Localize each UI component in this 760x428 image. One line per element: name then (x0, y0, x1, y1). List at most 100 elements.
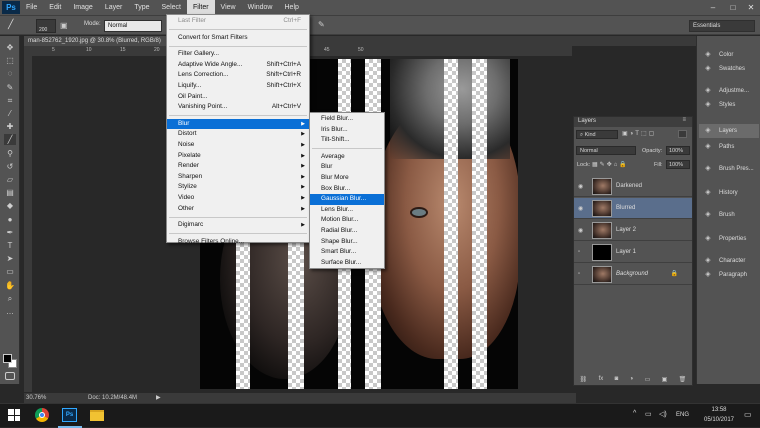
zoom-tool-icon[interactable]: ⌕ (4, 293, 16, 304)
dock-paths[interactable]: ◈ Paths (699, 140, 759, 154)
dock-history[interactable]: ◈ History (699, 186, 759, 200)
filter-item-sharpen[interactable]: Sharpen ▶ (167, 172, 309, 183)
lock-icons[interactable]: ▦✎✥⌂🔒 (592, 161, 629, 168)
move-tool-icon[interactable]: ✥ (4, 42, 16, 53)
eraser-tool-icon[interactable]: ▱ (4, 174, 16, 185)
workspace-select[interactable]: Essentials (689, 20, 755, 32)
blur-item-surface-blur[interactable]: Surface Blur... (310, 258, 384, 269)
menu-filter[interactable]: Filter (186, 0, 215, 15)
brush-tool-icon[interactable]: ╱ (8, 19, 13, 30)
panel-menu-icon[interactable]: ≡ (682, 117, 686, 123)
brush-preset-picker[interactable]: 200 (36, 19, 56, 33)
type-tool-icon[interactable]: T (4, 240, 16, 251)
close-icon[interactable]: ✕ (742, 0, 760, 15)
dock-styles[interactable]: ◈ Styles (699, 98, 759, 112)
zoom-level[interactable]: 30.76% (26, 393, 46, 403)
fill-field[interactable]: 100% (666, 160, 690, 169)
blend-mode-select[interactable]: Normal (576, 146, 636, 155)
blur-item-shape-blur[interactable]: Shape Blur... (310, 237, 384, 248)
visibility-eye-icon[interactable]: ◉ (578, 205, 583, 212)
layer-row[interactable]: ▫ Layer 1 (574, 242, 692, 263)
blur-item-gaussian-blur[interactable]: Gaussian Blur... (310, 194, 384, 205)
dock-brush[interactable]: ◈ Brush (699, 208, 759, 222)
filter-item-video[interactable]: Video ▶ (167, 193, 309, 204)
dock-color[interactable]: ◈ Color (699, 48, 759, 62)
menu-window[interactable]: Window (242, 0, 279, 15)
volume-icon[interactable]: ◁) (659, 410, 667, 418)
layers-tab[interactable]: Layers (578, 118, 596, 124)
filter-item-noise[interactable]: Noise ▶ (167, 140, 309, 151)
network-icon[interactable]: ▭ (645, 410, 652, 418)
chrome-icon[interactable] (35, 408, 49, 422)
filter-item-blur[interactable]: Blur ▶ (167, 118, 309, 130)
filter-item-pixelate[interactable]: Pixelate ▶ (167, 151, 309, 162)
dock-adjustments[interactable]: ◈ Adjustme... (699, 84, 759, 98)
filter-item-stylize[interactable]: Stylize ▶ (167, 182, 309, 193)
menu-type[interactable]: Type (128, 0, 155, 15)
blur-item-field-blur[interactable]: Field Blur... (310, 114, 384, 125)
filter-item-convert-for-smart-filters[interactable]: Convert for Smart Filters (167, 33, 309, 44)
blur-item-tilt-shift[interactable]: Tilt-Shift... (310, 135, 384, 146)
menu-edit[interactable]: Edit (43, 0, 67, 15)
layer-row[interactable]: ◉ Blurred (574, 198, 692, 219)
blur-item-box-blur[interactable]: Box Blur... (310, 184, 384, 195)
path-select-icon[interactable]: ➤ (4, 253, 16, 264)
pen-tool-icon[interactable]: ✒ (4, 227, 16, 238)
adjustment-icon[interactable]: ◑ (630, 376, 634, 382)
brush-tool-icon[interactable]: ╱ (4, 134, 16, 146)
opacity-field[interactable]: 100% (666, 146, 690, 155)
trash-icon[interactable]: 🗑 (679, 376, 687, 383)
visibility-eye-icon[interactable]: ◉ (578, 227, 583, 234)
blur-item-blur-more[interactable]: Blur More (310, 173, 384, 184)
marquee-tool-icon[interactable]: ⬚ (4, 55, 16, 66)
filter-item-liquify[interactable]: Liquify... Shift+Ctrl+X (167, 81, 309, 92)
layer-row[interactable]: ◉ Darkened (574, 176, 692, 197)
quick-mask-icon[interactable] (5, 372, 15, 380)
dock-character[interactable]: ◈ Character (699, 254, 759, 268)
maximize-icon[interactable]: □ (724, 0, 742, 15)
dodge-tool-icon[interactable]: ● (4, 214, 16, 225)
lasso-tool-icon[interactable]: ◌ (4, 68, 16, 79)
layer-row[interactable]: ▫ Background 🔒 (574, 264, 692, 285)
dock-brush-presets[interactable]: ◈ Brush Pres... (699, 162, 759, 176)
language-indicator[interactable]: ENG (676, 412, 689, 418)
fx-icon[interactable]: fx (599, 376, 604, 382)
kind-filter-select[interactable]: ⌕ Kind (576, 130, 618, 139)
airbrush-icon[interactable]: ✎ (318, 20, 325, 29)
gradient-tool-icon[interactable]: ▤ (4, 187, 16, 198)
filter-item-other[interactable]: Other ▶ (167, 204, 309, 215)
menu-view[interactable]: View (215, 0, 242, 15)
menu-help[interactable]: Help (279, 0, 305, 15)
blur-tool-icon[interactable]: ◆ (4, 200, 16, 211)
menu-layer[interactable]: Layer (99, 0, 129, 15)
foreground-color-swatch[interactable] (3, 354, 12, 363)
hand-tool-icon[interactable]: ✋ (4, 280, 16, 291)
blur-item-motion-blur[interactable]: Motion Blur... (310, 215, 384, 226)
blur-item-average[interactable]: Average (310, 152, 384, 163)
status-arrow-icon[interactable]: ▶ (156, 393, 161, 403)
filter-item-last-filter[interactable]: Last Filter Ctrl+F (167, 16, 309, 27)
folder-icon[interactable]: ▭ (645, 376, 651, 383)
clock-time[interactable]: 13:58 (704, 407, 734, 413)
eyedropper-icon[interactable]: ⁄ (4, 108, 16, 119)
more-tools-icon[interactable]: … (4, 306, 16, 317)
filter-item-oil-paint[interactable]: Oil Paint... (167, 92, 309, 103)
visibility-eye-icon[interactable]: ▫ (578, 249, 580, 255)
new-layer-icon[interactable]: ▣ (662, 376, 668, 383)
mask-icon[interactable]: ◙ (615, 376, 619, 382)
filter-item-digimarc[interactable]: Digimarc ▶ (167, 220, 309, 231)
filter-item-vanishing-point[interactable]: Vanishing Point... Alt+Ctrl+V (167, 102, 309, 113)
windows-start-icon[interactable] (8, 409, 20, 421)
filter-item-browse-filters-online[interactable]: Browse Filters Online... (167, 237, 309, 248)
filter-item-render[interactable]: Render ▶ (167, 161, 309, 172)
crop-tool-icon[interactable]: ⌗ (4, 95, 16, 106)
tray-arrow-icon[interactable]: ^ (633, 410, 636, 417)
dock-swatches[interactable]: ◈ Swatches (699, 62, 759, 76)
minimize-icon[interactable]: – (704, 0, 722, 15)
link-icon[interactable]: ⛓ (580, 376, 588, 383)
history-brush-icon[interactable]: ↺ (4, 161, 16, 172)
brush-panel-icon[interactable]: ▣ (60, 21, 68, 30)
layer-filter-icons[interactable]: ▣◑T⬚▢ (622, 130, 656, 137)
visibility-eye-icon[interactable]: ◉ (578, 183, 583, 190)
shape-tool-icon[interactable]: ▭ (4, 266, 16, 277)
